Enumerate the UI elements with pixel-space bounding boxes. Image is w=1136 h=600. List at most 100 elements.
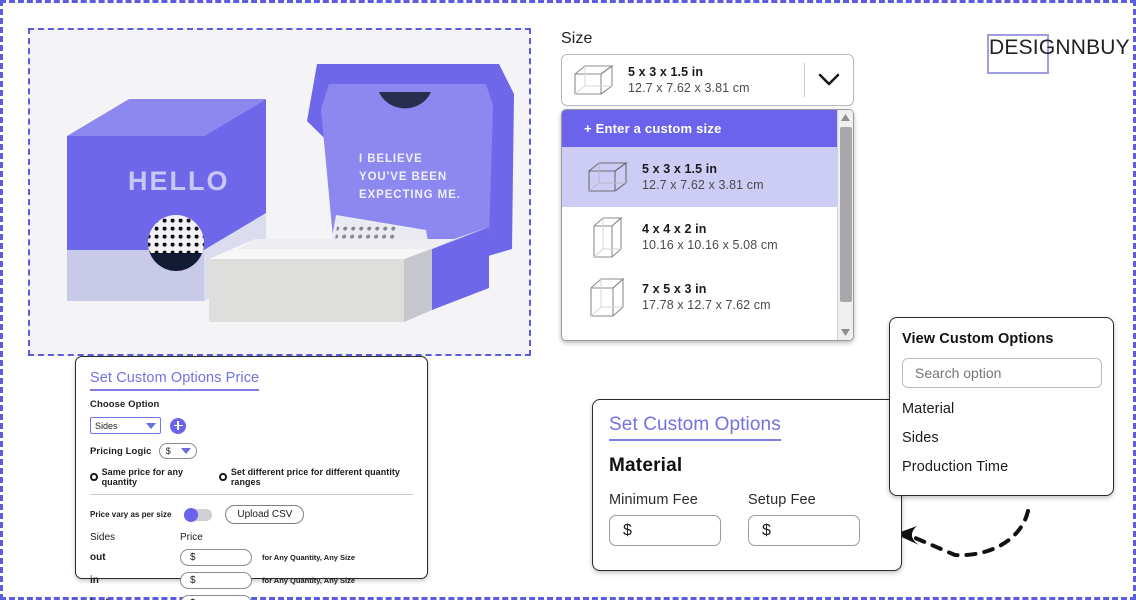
dropdown-item-size-0[interactable]: 5 x 3 x 1.5 in 12.7 x 7.62 x 3.81 cm bbox=[562, 147, 837, 207]
product-preview-image: HELLO I BELIEVE YOU'VE BEEN EXPECTING ME… bbox=[34, 34, 525, 350]
toggle-knob bbox=[184, 507, 199, 522]
row-name: out bbox=[90, 552, 106, 563]
cube-icon bbox=[562, 62, 626, 98]
upload-csv-button[interactable]: Upload CSV bbox=[225, 505, 305, 524]
pricing-mode-radio-group: Same price for any quantity Set differen… bbox=[90, 467, 413, 487]
cube-icon bbox=[576, 212, 638, 262]
cube-icon bbox=[576, 273, 638, 321]
divider bbox=[90, 494, 413, 495]
row-note: for Any Quantity, Any Size bbox=[262, 553, 356, 562]
lid-line-3: EXPECTING ME. bbox=[359, 189, 461, 201]
custom-size-label: + Enter a custom size bbox=[584, 121, 722, 136]
pricing-logic-label: Pricing Logic bbox=[90, 445, 152, 457]
list-item[interactable]: Sides bbox=[902, 430, 1101, 446]
price-table: Sides Price out $ for Any Quantity, Any … bbox=[90, 532, 413, 600]
radio-different-price[interactable]: Set different price for different quanti… bbox=[219, 467, 413, 487]
dropdown-item-text: 5 x 3 x 1.5 in 12.7 x 7.62 x 3.81 cm bbox=[638, 161, 764, 194]
table-row: in $ for Any Quantity, Any Size bbox=[90, 572, 413, 589]
size-dropdown-panel[interactable]: + Enter a custom size 5 x 3 x 1.5 in 12.… bbox=[561, 109, 854, 341]
pricing-logic-select[interactable]: $ bbox=[159, 443, 198, 459]
fee-row: Minimum Fee $ Setup Fee $ bbox=[609, 492, 885, 546]
set-custom-options-title: Set Custom Options bbox=[609, 414, 781, 441]
size-label: Size bbox=[561, 30, 593, 47]
radio-icon bbox=[90, 473, 98, 481]
dropdown-item-size-1[interactable]: 4 x 4 x 2 in 10.16 x 10.16 x 5.08 cm bbox=[562, 207, 837, 267]
scroll-up-icon[interactable] bbox=[838, 110, 853, 125]
currency-symbol: $ bbox=[190, 552, 196, 563]
dropdown-item-size-2[interactable]: 7 x 5 x 3 in 17.78 x 12.7 x 7.62 cm bbox=[562, 267, 837, 327]
lid-line-2: YOU'VE BEEN bbox=[359, 171, 447, 183]
view-custom-options-title: View Custom Options bbox=[902, 331, 1054, 347]
minimum-fee-group: Minimum Fee $ bbox=[609, 492, 721, 546]
list-item[interactable]: Material bbox=[902, 401, 1101, 417]
currency-symbol: $ bbox=[190, 575, 196, 586]
setup-fee-input[interactable]: $ bbox=[748, 515, 860, 546]
price-table-header: Sides Price bbox=[90, 532, 413, 543]
price-vary-row: Price vary as per size Upload CSV bbox=[90, 505, 413, 524]
radio-different-price-label: Set different price for different quanti… bbox=[230, 467, 400, 487]
price-vary-toggle[interactable] bbox=[184, 507, 213, 522]
cube-icon bbox=[576, 158, 638, 196]
price-input[interactable]: $ bbox=[180, 549, 252, 566]
option-select-value: Sides bbox=[95, 420, 118, 431]
pricing-logic-row: Pricing Logic $ bbox=[90, 443, 413, 459]
setup-fee-label: Setup Fee bbox=[748, 492, 816, 508]
callout-arrow-icon bbox=[895, 509, 1030, 558]
mailer-box-illustration: HELLO I BELIEVE YOU'VE BEEN EXPECTING ME… bbox=[67, 64, 514, 322]
chevron-down-icon bbox=[146, 422, 156, 429]
dropdown-item-text: 4 x 4 x 2 in 10.16 x 10.16 x 5.08 cm bbox=[638, 221, 778, 254]
set-custom-options-section: Material bbox=[609, 455, 683, 476]
search-placeholder: Search option bbox=[915, 365, 1002, 381]
list-item[interactable]: Production Time bbox=[902, 459, 1101, 475]
price-input[interactable]: $ bbox=[180, 595, 252, 600]
size-select[interactable]: 5 x 3 x 1.5 in 12.7 x 7.62 x 3.81 cm bbox=[561, 54, 854, 106]
scrollbar-thumb[interactable] bbox=[840, 127, 852, 302]
dropdown-item-title: 5 x 3 x 1.5 in bbox=[642, 161, 718, 176]
table-row: both $ for Any Quantity, Any Size bbox=[90, 595, 413, 600]
set-custom-options-price-card: Set Custom Options Price Choose Option S… bbox=[75, 356, 428, 600]
size-select-title: 5 x 3 x 1.5 in bbox=[628, 64, 704, 79]
app-canvas: HELLO I BELIEVE YOU'VE BEEN EXPECTING ME… bbox=[0, 0, 1136, 600]
pricing-logic-value: $ bbox=[165, 446, 171, 456]
size-select-text: 5 x 3 x 1.5 in 12.7 x 7.62 x 3.81 cm bbox=[626, 64, 804, 97]
dropdown-item-sub: 12.7 x 7.62 x 3.81 cm bbox=[642, 177, 764, 192]
price-input[interactable]: $ bbox=[180, 572, 252, 589]
size-select-sub: 12.7 x 7.62 x 3.81 cm bbox=[628, 80, 750, 95]
view-custom-options-card: View Custom Options Search option Materi… bbox=[889, 317, 1114, 496]
lid-line-1: I BELIEVE bbox=[359, 153, 423, 165]
price-vary-label: Price vary as per size bbox=[90, 510, 172, 519]
choose-option-row: Sides bbox=[90, 417, 413, 434]
dropdown-item-title: 7 x 5 x 3 in bbox=[642, 281, 707, 296]
dropdown-item-custom-size[interactable]: + Enter a custom size bbox=[562, 110, 837, 147]
brand-logo: DESIGNNBUY bbox=[989, 36, 1130, 59]
scroll-down-icon[interactable] bbox=[838, 325, 853, 340]
table-row: out $ for Any Quantity, Any Size bbox=[90, 549, 413, 566]
dropdown-item-sub: 10.16 x 10.16 x 5.08 cm bbox=[642, 237, 778, 252]
price-card-title: Set Custom Options Price bbox=[90, 370, 260, 391]
dropdown-item-text: 7 x 5 x 3 in 17.78 x 12.7 x 7.62 cm bbox=[638, 281, 771, 314]
plus-circle-icon[interactable] bbox=[170, 417, 186, 434]
col-sides-header: Sides bbox=[90, 532, 116, 543]
chevron-down-icon[interactable] bbox=[805, 73, 853, 87]
radio-same-price[interactable]: Same price for any quantity bbox=[90, 467, 209, 487]
row-name: in bbox=[90, 575, 99, 586]
option-select[interactable]: Sides bbox=[90, 417, 161, 434]
radio-same-price-label: Same price for any quantity bbox=[101, 467, 184, 487]
dropdown-item-sub: 17.78 x 12.7 x 7.62 cm bbox=[642, 297, 771, 312]
chevron-down-icon bbox=[181, 448, 192, 454]
radio-icon bbox=[219, 473, 227, 481]
currency-symbol: $ bbox=[623, 521, 632, 539]
choose-option-label: Choose Option bbox=[90, 399, 160, 410]
dropdown-scrollbar[interactable] bbox=[837, 110, 853, 340]
set-custom-options-card: Set Custom Options Material Minimum Fee … bbox=[592, 399, 902, 571]
minimum-fee-label: Minimum Fee bbox=[609, 492, 698, 508]
search-option-input[interactable]: Search option bbox=[902, 358, 1102, 388]
col-price-header: Price bbox=[180, 532, 203, 543]
product-preview-frame: HELLO I BELIEVE YOU'VE BEEN EXPECTING ME… bbox=[28, 28, 531, 356]
dropdown-item-title: 4 x 4 x 2 in bbox=[642, 221, 707, 236]
currency-symbol: $ bbox=[762, 521, 771, 539]
setup-fee-group: Setup Fee $ bbox=[748, 492, 860, 546]
minimum-fee-input[interactable]: $ bbox=[609, 515, 721, 546]
row-note: for Any Quantity, Any Size bbox=[262, 576, 356, 585]
hello-text: HELLO bbox=[128, 166, 230, 196]
